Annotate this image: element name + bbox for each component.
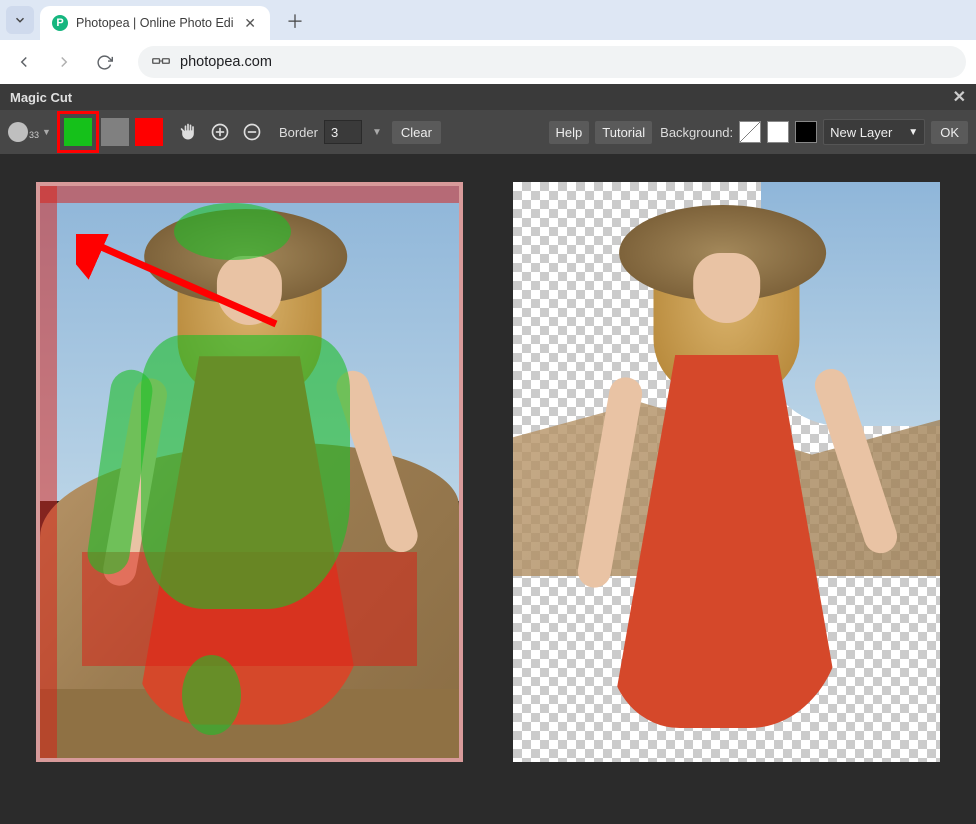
chevron-down-icon[interactable]: ▼ [42,127,51,137]
reload-button[interactable] [90,48,118,76]
result-canvas[interactable] [513,182,940,762]
ok-button[interactable]: OK [931,121,968,144]
border-label: Border [279,125,318,140]
brush-preview-icon [8,122,28,142]
address-bar: photopea.com [0,40,976,84]
output-layer-value: New Layer [830,125,892,140]
neutral-color-swatch[interactable] [101,118,129,146]
brush-size-control[interactable]: 33 ▼ [8,122,51,142]
source-canvas[interactable] [36,182,463,762]
browser-tab[interactable]: P Photopea | Online Photo Edi ✕ [40,6,270,40]
browser-chrome: P Photopea | Online Photo Edi ✕ ＋ photop… [0,0,976,84]
workspace [0,154,976,762]
panel-titlebar: Magic Cut ✕ [0,84,976,110]
chevron-down-icon: ▼ [908,127,918,138]
url-box[interactable]: photopea.com [138,46,966,78]
foreground-color-swatch[interactable] [64,118,92,146]
bg-option-transparent[interactable] [739,121,761,143]
zoom-in-icon[interactable] [207,119,233,145]
border-input[interactable] [324,120,362,144]
new-tab-button[interactable]: ＋ [280,6,310,36]
tutorial-button[interactable]: Tutorial [595,121,652,144]
background-label: Background: [660,125,733,140]
tab-title: Photopea | Online Photo Edi [76,16,234,30]
border-dropdown-icon[interactable]: ▼ [368,127,386,138]
panel-close-icon[interactable]: ✕ [953,87,966,107]
brush-size-value: 33 [29,130,39,140]
zoom-out-icon[interactable] [239,119,265,145]
back-button[interactable] [10,48,38,76]
tabs-dropdown[interactable] [6,6,34,34]
output-layer-select[interactable]: New Layer ▼ [823,119,925,145]
bg-option-black[interactable] [795,121,817,143]
annotation-highlight [57,111,99,153]
help-button[interactable]: Help [549,121,590,144]
url-text: photopea.com [180,54,272,70]
hand-tool-icon[interactable] [175,119,201,145]
forward-button[interactable] [50,48,78,76]
background-color-swatch[interactable] [135,118,163,146]
clear-button[interactable]: Clear [392,121,441,144]
tab-close-icon[interactable]: ✕ [242,13,258,34]
tab-strip: P Photopea | Online Photo Edi ✕ ＋ [0,0,976,40]
site-controls-icon[interactable] [152,54,170,71]
panel-title: Magic Cut [10,90,72,105]
bg-option-white[interactable] [767,121,789,143]
magiccut-toolbar: 33 ▼ Border ▼ Clear Help Tutorial Backgr… [0,110,976,154]
result-subject [560,205,893,739]
tab-favicon-icon: P [52,15,68,31]
photopea-app: Magic Cut ✕ 33 ▼ Border ▼ Clear [0,84,976,824]
